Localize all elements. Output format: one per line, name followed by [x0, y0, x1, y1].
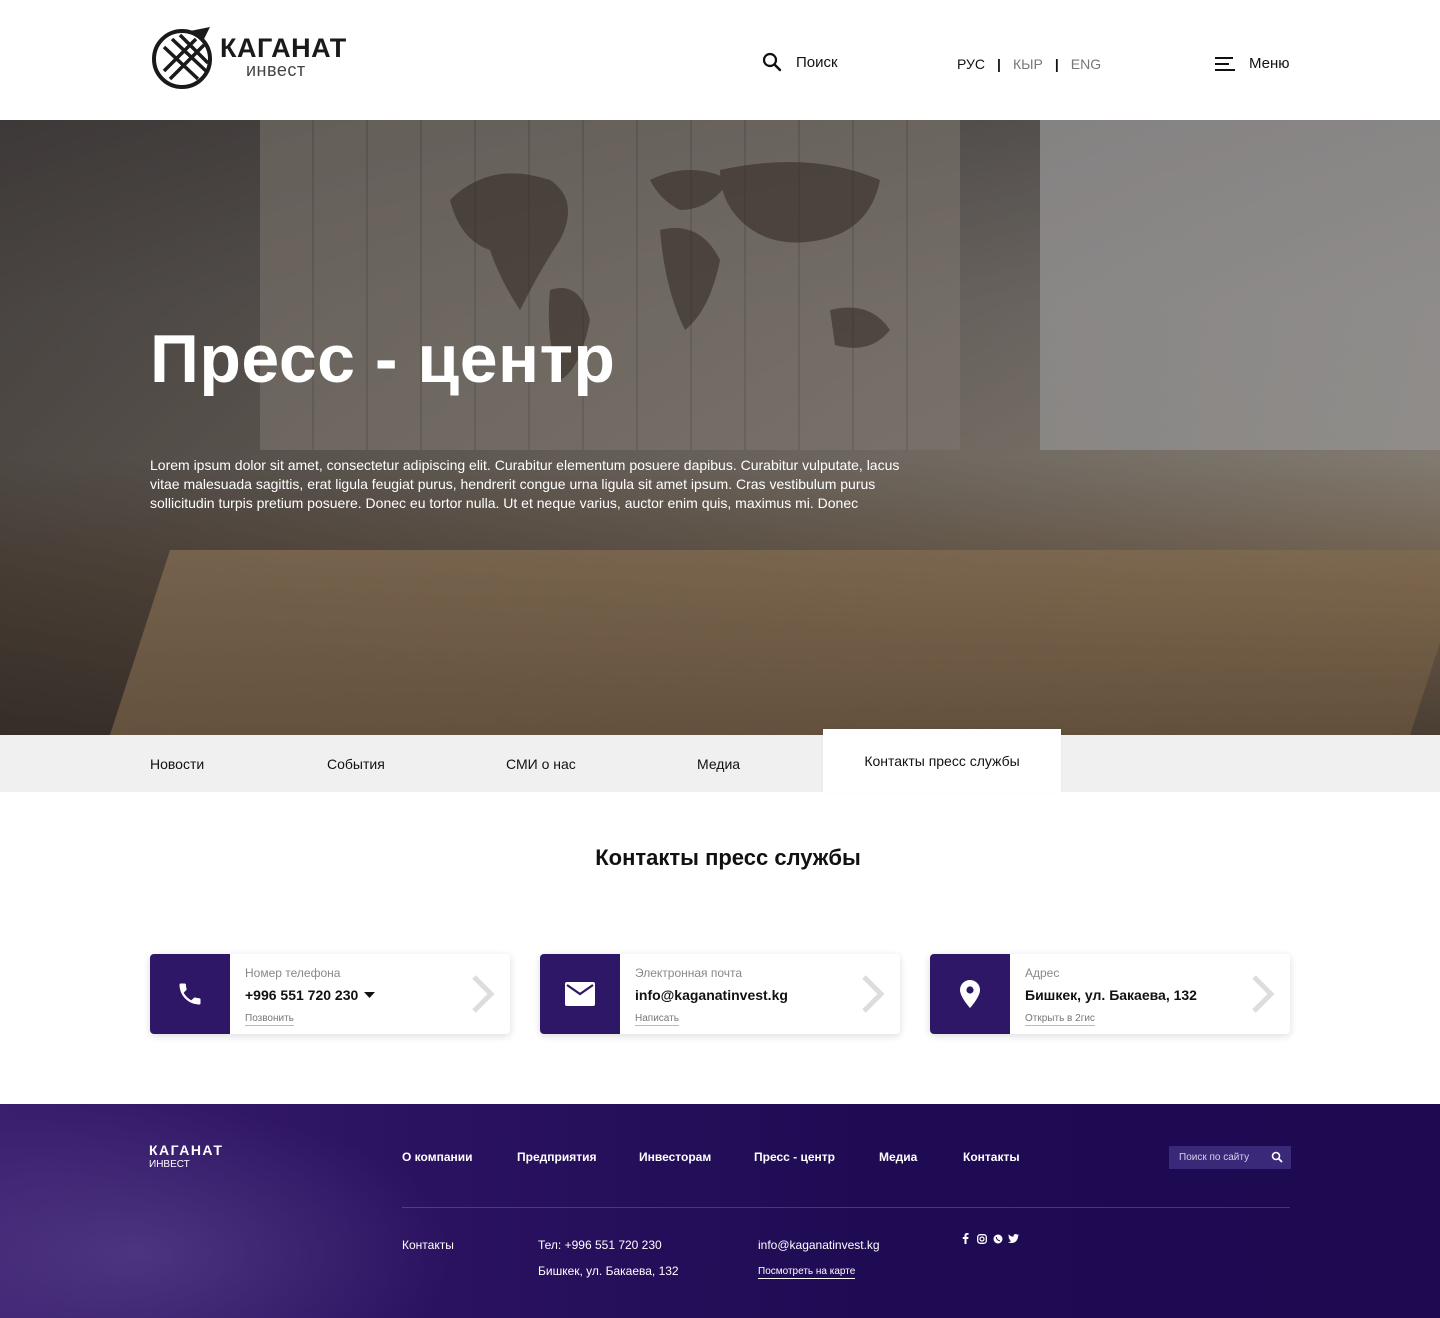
- lang-divider: |: [1054, 56, 1059, 72]
- footer-logo[interactable]: КАГАНАТ ИНВЕСТ: [149, 1143, 223, 1170]
- tab-media-about-us[interactable]: СМИ о нас: [506, 735, 576, 792]
- contact-card-value-row: info@kaganatinvest.kg: [635, 987, 788, 1003]
- site-header: КАГАНАТ инвест Поиск РУС | КЫР | ENG Мен…: [0, 0, 1440, 120]
- contact-card-icon-box: [930, 954, 1010, 1034]
- contact-card-value: +996 551 720 230: [245, 987, 359, 1003]
- mail-icon: [565, 982, 595, 1006]
- footer-divider: [402, 1207, 1290, 1208]
- whatsapp-icon[interactable]: [992, 1233, 1003, 1244]
- search-button[interactable]: Поиск: [762, 52, 838, 72]
- contact-card-email[interactable]: Электронная почта info@kaganatinvest.kg …: [540, 954, 900, 1034]
- language-switcher: РУС | КЫР | ENG: [957, 56, 1101, 72]
- contact-card-value: Бишкек, ул. Бакаева, 132: [1025, 987, 1197, 1003]
- contact-card-icon-box: [540, 954, 620, 1034]
- footer-nav-press-center[interactable]: Пресс - центр: [754, 1150, 835, 1164]
- logo[interactable]: КАГАНАТ инвест: [150, 24, 350, 90]
- footer-search-placeholder: Поиск по сайту: [1179, 1152, 1250, 1163]
- contact-card-label: Электронная почта: [635, 966, 743, 980]
- lang-ru[interactable]: РУС: [957, 56, 985, 72]
- contact-card-address[interactable]: Адрес Бишкек, ул. Бакаева, 132 Открыть в…: [930, 954, 1290, 1034]
- logo-title: КАГАНАТ: [220, 33, 347, 63]
- menu-button[interactable]: Меню: [1215, 55, 1290, 72]
- footer-logo-title: КАГАНАТ: [149, 1142, 224, 1158]
- contact-card-label: Адрес: [1025, 966, 1060, 980]
- footer-nav-media[interactable]: Медиа: [879, 1150, 917, 1164]
- instagram-icon[interactable]: [976, 1233, 987, 1244]
- contact-card-icon-box: [150, 954, 230, 1034]
- social-links: [960, 1233, 1019, 1244]
- footer-logo-subtitle: ИНВЕСТ: [149, 1159, 190, 1170]
- logo-subtitle: инвест: [246, 60, 306, 80]
- caret-down-icon[interactable]: [364, 991, 376, 999]
- contact-card-phone[interactable]: Номер телефона +996 551 720 230 Позвонит…: [150, 954, 510, 1034]
- footer-nav-about[interactable]: О компании: [402, 1150, 473, 1164]
- call-link[interactable]: Позвонить: [245, 1013, 294, 1026]
- search-icon[interactable]: [1271, 1151, 1283, 1163]
- search-icon: [762, 52, 782, 72]
- tab-news[interactable]: Новости: [150, 735, 204, 792]
- page-title: Пресс - центр: [150, 321, 616, 397]
- tab-media[interactable]: Медиа: [697, 735, 740, 792]
- hero-banner: Пресс - центр Lorem ipsum dolor sit amet…: [0, 120, 1440, 735]
- hero-description: Lorem ipsum dolor sit amet, consectetur …: [150, 457, 900, 511]
- section-title: Контакты пресс службы: [595, 845, 861, 870]
- location-pin-icon: [960, 980, 980, 1008]
- contact-card-label: Номер телефона: [245, 966, 341, 980]
- chevron-right-icon: [472, 975, 495, 1013]
- logo-emblem-icon: [152, 27, 212, 89]
- tab-press-contacts[interactable]: Контакты пресс службы: [823, 729, 1061, 792]
- footer-phone[interactable]: Тел: +996 551 720 230: [538, 1238, 662, 1252]
- phone-icon: [179, 983, 201, 1005]
- tab-events[interactable]: События: [327, 735, 385, 792]
- footer-map-link[interactable]: Посмотреть на карте: [758, 1266, 856, 1279]
- footer-address: Бишкек, ул. Бакаева, 132: [538, 1264, 679, 1278]
- press-center-tabs: Новости События СМИ о нас Медиа Контакты…: [0, 729, 1440, 792]
- contact-card-value-row: Бишкек, ул. Бакаева, 132: [1025, 987, 1197, 1003]
- footer-email[interactable]: info@kaganatinvest.kg: [758, 1238, 880, 1252]
- search-label: Поиск: [796, 53, 838, 71]
- lang-divider: |: [997, 56, 1001, 72]
- facebook-icon[interactable]: [960, 1233, 971, 1244]
- lang-en[interactable]: ENG: [1071, 56, 1101, 72]
- write-link[interactable]: Написать: [635, 1013, 679, 1026]
- contact-card-value-row: +996 551 720 230: [245, 987, 376, 1003]
- footer-nav-enterprises[interactable]: Предприятия: [517, 1150, 596, 1164]
- hamburger-icon: [1215, 56, 1235, 71]
- footer-search-input[interactable]: Поиск по сайту: [1169, 1146, 1291, 1169]
- footer-background-image: [0, 1104, 460, 1318]
- open-2gis-link[interactable]: Открыть в 2гис: [1025, 1013, 1095, 1026]
- hero-overlay: [0, 120, 1440, 735]
- footer-nav-investors[interactable]: Инвесторам: [639, 1150, 711, 1164]
- chevron-right-icon: [862, 975, 885, 1013]
- site-footer: КАГАНАТ ИНВЕСТ О компании Предприятия Ин…: [0, 1104, 1440, 1318]
- chevron-right-icon: [1252, 975, 1275, 1013]
- footer-nav-contacts[interactable]: Контакты: [963, 1150, 1020, 1164]
- lang-ky[interactable]: КЫР: [1013, 56, 1043, 72]
- contact-card-value: info@kaganatinvest.kg: [635, 987, 788, 1003]
- footer-contacts-heading: Контакты: [402, 1238, 454, 1252]
- twitter-icon[interactable]: [1008, 1233, 1019, 1244]
- menu-label: Меню: [1249, 55, 1290, 72]
